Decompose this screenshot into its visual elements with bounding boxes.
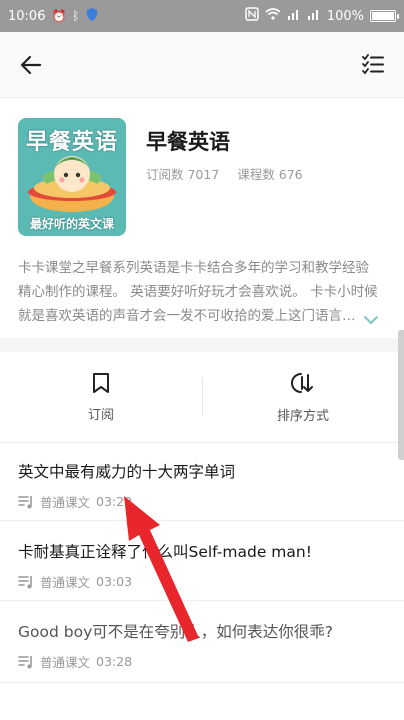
lesson-type: 普通课文: [40, 575, 91, 590]
lesson-count: 课程数 676: [237, 167, 303, 182]
checklist-icon: [362, 54, 384, 75]
signal-icon-2: [307, 8, 321, 24]
subscriber-count: 订阅数 7017: [146, 167, 220, 182]
lesson-duration: 03:28: [96, 654, 133, 669]
lesson-item[interactable]: Good boy可不是在夸别人，如何表达你很乖? 普通课文 03:28: [18, 620, 388, 671]
lesson-type: 普通课文: [40, 495, 91, 510]
lesson-duration: 03:29: [96, 494, 133, 509]
lesson-title: 卡耐基真正诠释了什么叫Self-made man!: [18, 543, 312, 561]
sort-label: 排序方式: [276, 408, 329, 424]
subscribe-button[interactable]: 订阅: [0, 352, 202, 442]
lesson-meta: 普通课文 03:29: [18, 492, 388, 511]
subscribe-label: 订阅: [87, 407, 114, 423]
chevron-down-icon: [364, 316, 378, 324]
nfc-icon: [245, 7, 259, 25]
back-arrow-icon: [20, 55, 42, 75]
audio-lesson-icon: [18, 495, 32, 508]
wifi-icon: [265, 8, 281, 24]
course-cover-image[interactable]: 早餐英语 最好听的英文课: [18, 118, 126, 236]
battery-percent: 100%: [326, 8, 364, 24]
scroll-indicator[interactable]: [398, 330, 404, 460]
section-divider: [0, 338, 404, 352]
lesson-duration: 03:03: [96, 574, 133, 589]
sort-button[interactable]: 排序方式: [202, 352, 404, 442]
battery-icon: [370, 10, 399, 22]
course-header: 早餐英语 最好听的英文课 早餐英语 订阅数 7017 课程数 676: [18, 118, 388, 238]
lesson-type: 普通课文: [40, 655, 91, 670]
list-divider: [0, 600, 404, 601]
lesson-title: 英文中最有威力的十大两字单词: [18, 463, 236, 481]
lesson-title: Good boy可不是在夸别人，如何表达你很乖?: [18, 623, 333, 641]
list-top-divider: [0, 442, 404, 443]
list-divider: [0, 520, 404, 521]
signal-icon-1: [287, 8, 301, 24]
lesson-item[interactable]: 卡耐基真正诠释了什么叫Self-made man! 普通课文 03:03: [18, 540, 388, 591]
sort-icon: [291, 372, 313, 393]
cover-subtitle: 最好听的英文课: [29, 217, 114, 231]
audio-lesson-icon: [18, 575, 32, 588]
bookmark-icon: [93, 372, 109, 393]
action-bar: 订阅 排序方式: [0, 352, 404, 442]
audio-lesson-icon: [18, 655, 32, 668]
bluetooth-icon: ᛒ: [72, 9, 80, 23]
lesson-meta: 普通课文 03:03: [18, 572, 388, 591]
status-bar: 10:06 ⏰ ᛒ 100%: [0, 0, 404, 32]
expand-description-button[interactable]: [362, 312, 380, 328]
course-title: 早餐英语: [146, 130, 230, 154]
list-divider: [0, 682, 404, 683]
lesson-item[interactable]: 英文中最有威力的十大两字单词 普通课文 03:29: [18, 460, 388, 511]
lesson-meta: 普通课文 03:28: [18, 652, 388, 671]
course-description: 卡卡课堂之早餐系列英语是卡卡结合多年的学习和教学经验精心制作的课程。 英语要好听…: [18, 260, 378, 324]
back-button[interactable]: [14, 50, 48, 80]
alarm-icon: ⏰: [51, 9, 67, 23]
top-nav-bar: [0, 32, 404, 98]
shield-icon: [86, 7, 98, 25]
status-time: 10:06: [8, 8, 46, 24]
lesson-list-button[interactable]: [358, 50, 388, 80]
course-stats: 订阅数 7017 课程数 676: [146, 164, 303, 183]
